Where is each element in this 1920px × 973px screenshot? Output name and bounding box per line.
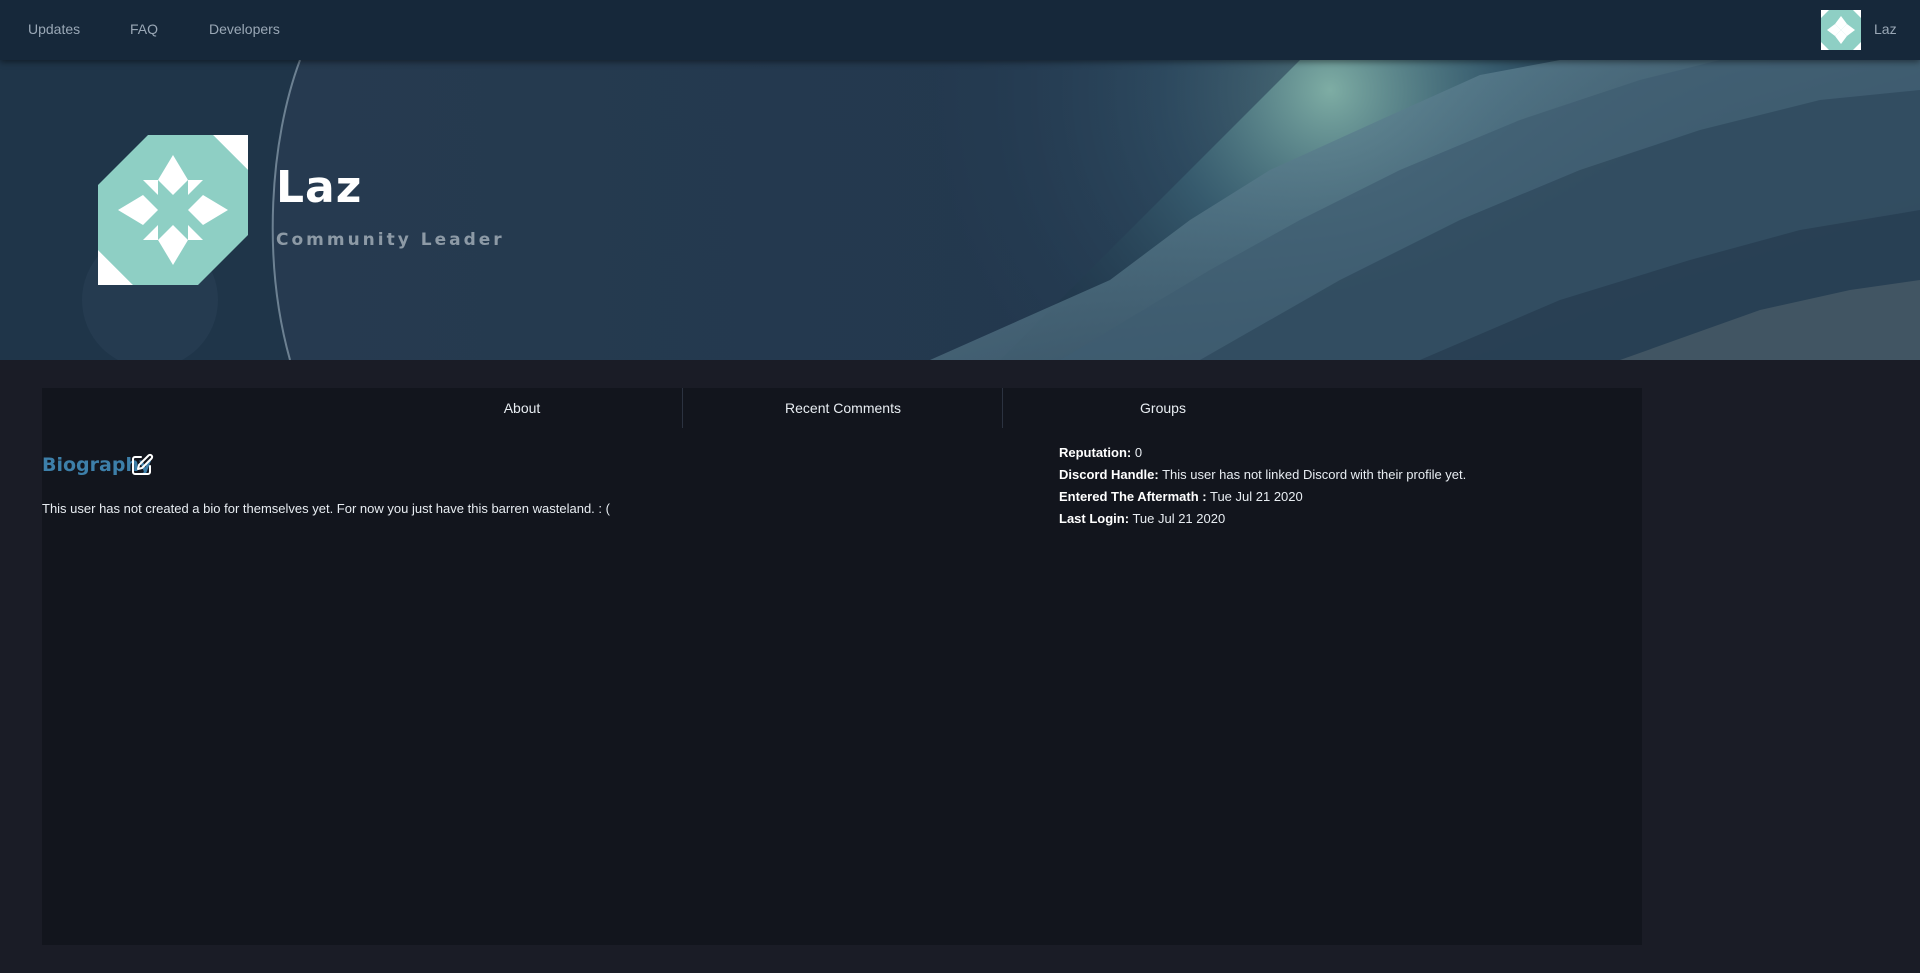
stat-value: 0: [1134, 445, 1143, 460]
edit-icon[interactable]: [130, 453, 154, 477]
nav-link-updates[interactable]: Updates: [28, 21, 80, 37]
stat-label: Entered The Aftermath :: [1059, 489, 1207, 504]
stat-entered: Entered The Aftermath : Tue Jul 21 2020: [1059, 486, 1466, 508]
tab-groups[interactable]: Groups: [1003, 388, 1323, 428]
stat-value: This user has not linked Discord with th…: [1162, 467, 1467, 482]
profile-role: Community Leader: [276, 230, 505, 250]
user-avatar-icon[interactable]: [1821, 10, 1861, 50]
tab-recent-comments[interactable]: Recent Comments: [683, 388, 1003, 428]
biography-text: This user has not created a bio for them…: [42, 501, 610, 516]
nav-link-faq[interactable]: FAQ: [130, 21, 158, 37]
stat-value: Tue Jul 21 2020: [1132, 511, 1226, 526]
top-nav: Updates FAQ Developers Laz: [0, 0, 1920, 60]
profile-name: Laz: [276, 162, 363, 213]
tab-about[interactable]: About: [362, 388, 682, 428]
profile-tabs: About Recent Comments Groups: [42, 388, 1642, 428]
stat-discord-handle: Discord Handle: This user has not linked…: [1059, 464, 1466, 486]
profile-avatar-icon: [98, 135, 248, 285]
profile-content-card: About Recent Comments Groups Biography T…: [42, 388, 1642, 945]
stat-label: Discord Handle:: [1059, 467, 1159, 482]
stat-reputation: Reputation: 0: [1059, 442, 1466, 464]
stat-label: Reputation:: [1059, 445, 1132, 460]
stat-label: Last Login:: [1059, 511, 1130, 526]
profile-stats: Reputation: 0 Discord Handle: This user …: [1059, 442, 1466, 530]
stat-last-login: Last Login: Tue Jul 21 2020: [1059, 508, 1466, 530]
nav-username[interactable]: Laz: [1874, 21, 1897, 37]
stat-value: Tue Jul 21 2020: [1209, 489, 1303, 504]
nav-link-developers[interactable]: Developers: [209, 21, 280, 37]
profile-banner: Laz Community Leader: [0, 60, 1920, 360]
